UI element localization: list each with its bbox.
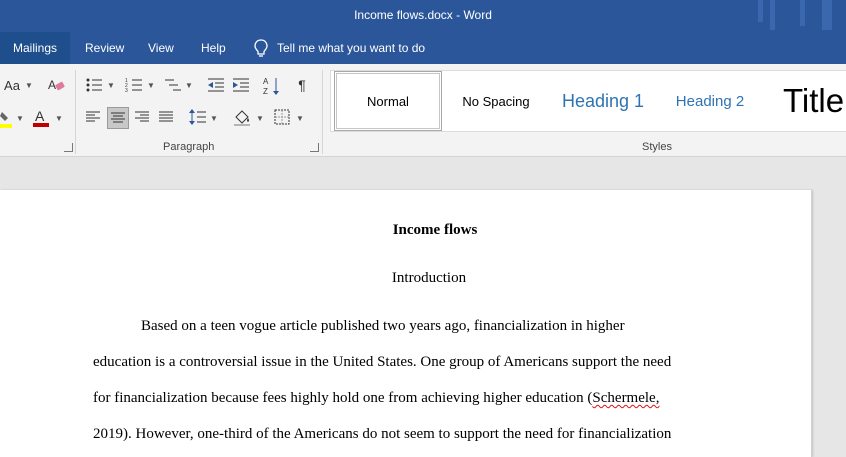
tab-view[interactable]: View (135, 32, 187, 64)
decrease-indent-button[interactable] (206, 76, 226, 94)
tell-me-box[interactable]: Tell me what you want to do (254, 32, 425, 64)
multilevel-list-icon (165, 79, 181, 91)
shading-button[interactable] (232, 107, 252, 127)
chevron-down-icon: ▼ (107, 81, 115, 90)
svg-text:A: A (35, 108, 45, 124)
chevron-down-icon: ▼ (25, 81, 33, 90)
window-title: Income flows.docx - Word (354, 8, 492, 22)
increase-indent-icon (233, 78, 249, 92)
eraser-icon: A (48, 78, 65, 92)
paragraph-group-label: Paragraph (163, 141, 215, 153)
chevron-down-icon: ▼ (147, 81, 155, 90)
pilcrow-icon: ¶ (298, 77, 306, 93)
highlight-swatch (0, 124, 12, 128)
title-bar: Income flows.docx - Word (0, 0, 846, 32)
line-spacing-button[interactable] (188, 107, 208, 127)
svg-text:3: 3 (125, 88, 128, 93)
font-color-button[interactable]: A (32, 108, 50, 128)
paragraph-line: 2019). However, one-third of the America… (93, 426, 672, 442)
style-title[interactable]: Title (783, 71, 846, 131)
increase-indent-button[interactable] (231, 76, 251, 94)
misspelled-word[interactable]: Schermele, (592, 390, 659, 406)
borders-button[interactable] (272, 107, 292, 127)
document-title: Income flows (392, 222, 478, 238)
bullets-button[interactable] (84, 76, 104, 94)
paragraph-dialog-launcher[interactable] (310, 143, 319, 152)
show-marks-button[interactable]: ¶ (292, 76, 312, 94)
style-normal-label: Normal (336, 73, 440, 129)
font-dialog-launcher[interactable] (64, 143, 73, 152)
bullet-list-icon (86, 78, 102, 92)
paragraph-text: for financialization because fees highly… (93, 390, 593, 406)
styles-group-label: Styles (642, 141, 672, 153)
style-normal[interactable]: Normal (334, 71, 442, 131)
clear-formatting-button[interactable]: A (46, 76, 66, 94)
chevron-down-icon: ▼ (185, 81, 193, 90)
group-separator (322, 70, 323, 154)
decrease-indent-icon (208, 78, 224, 92)
chevron-down-icon: ▼ (296, 114, 304, 123)
paragraph-line: education is a controversial issue in th… (93, 354, 672, 370)
numbering-button[interactable]: 123 (124, 76, 144, 94)
align-center-icon (111, 112, 125, 123)
borders-icon (274, 109, 290, 125)
svg-text:A: A (263, 77, 269, 86)
document-area[interactable]: Income flows Introduction Based on a tee… (0, 158, 846, 457)
title-decoration (822, 0, 832, 30)
ribbon-tabs: Mailings Review View Help Tell me what y… (0, 32, 846, 64)
chevron-down-icon: ▼ (55, 114, 63, 123)
svg-text:A: A (48, 78, 56, 92)
style-no-spacing[interactable]: No Spacing (449, 71, 543, 131)
sort-icon: AZ (263, 77, 279, 96)
tell-me-text: Tell me what you want to do (277, 41, 426, 55)
paint-bucket-icon (234, 110, 250, 126)
numbered-list-icon: 123 (125, 78, 142, 93)
multilevel-list-button[interactable] (163, 76, 183, 94)
title-decoration (770, 0, 775, 30)
style-heading-2[interactable]: Heading 2 (665, 71, 755, 131)
document-page[interactable]: Income flows Introduction Based on a tee… (0, 190, 812, 457)
change-case-button[interactable]: Aa (2, 76, 22, 94)
chevron-down-icon: ▼ (256, 114, 264, 123)
chevron-down-icon: ▼ (16, 114, 24, 123)
tab-mailings[interactable]: Mailings (0, 32, 71, 64)
highlight-icon[interactable] (0, 110, 12, 128)
align-left-icon (86, 111, 100, 122)
chevron-down-icon: ▼ (210, 114, 218, 123)
align-right-icon (135, 111, 149, 122)
center-button[interactable] (107, 107, 129, 129)
tab-review[interactable]: Review (72, 32, 137, 64)
justify-icon (159, 111, 173, 122)
lightbulb-icon (254, 39, 268, 57)
line-spacing-icon (189, 109, 206, 125)
svg-text:Z: Z (263, 87, 268, 96)
paragraph-line: Based on a teen vogue article published … (141, 318, 625, 334)
document-subtitle: Introduction (391, 270, 467, 286)
paragraph-line: for financialization because fees highly… (93, 390, 659, 407)
tab-help[interactable]: Help (188, 32, 239, 64)
font-color-icon: A (33, 108, 49, 127)
style-heading-1[interactable]: Heading 1 (553, 71, 653, 131)
title-decoration (800, 0, 805, 26)
align-left-button[interactable] (83, 108, 103, 126)
sort-button[interactable]: AZ (262, 76, 282, 96)
ribbon: Aa ▼ A ▼ A ▼ ▼ 123 ▼ ▼ AZ ¶ ▼ ▼ ▼ Paragr… (0, 64, 846, 157)
justify-button[interactable] (156, 108, 176, 126)
group-separator (75, 70, 76, 154)
title-decoration (758, 0, 763, 22)
styles-gallery: Normal No Spacing Heading 1 Heading 2 Ti… (330, 70, 846, 132)
align-right-button[interactable] (132, 108, 152, 126)
